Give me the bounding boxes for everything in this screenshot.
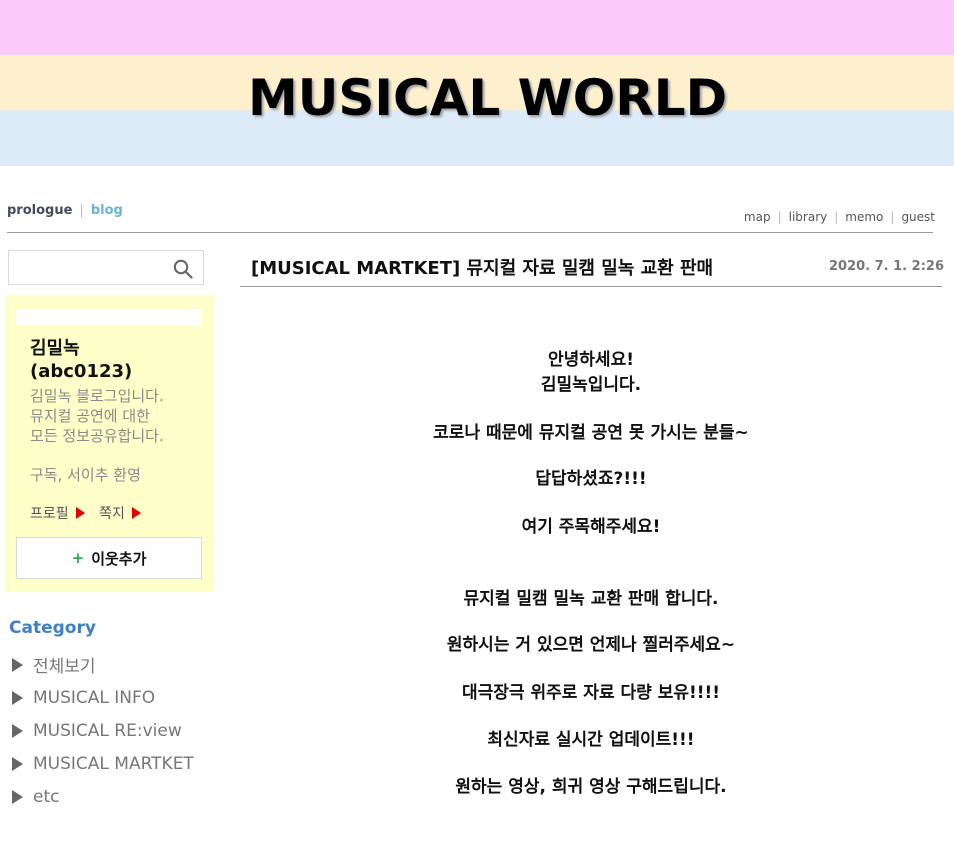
profile-link[interactable]: 프로필	[30, 503, 85, 523]
category-item-musical-market[interactable]: MUSICAL MARTKET	[12, 747, 194, 780]
nav-memo-link[interactable]: memo	[845, 210, 883, 224]
triangle-right-icon	[12, 690, 23, 705]
profile-desc-line: 모든 정보공유합니다.	[30, 427, 164, 445]
post-paragraph: 뮤지컬 밀캠 밀녹 교환 판매 합니다.	[463, 589, 719, 609]
search-icon[interactable]	[173, 259, 193, 279]
post-paragraph: 답답하셨죠?!!!	[535, 469, 647, 489]
profile-welcome-text: 구독, 서이추 환영	[30, 466, 141, 484]
profile-desc-line: 김밀녹 블로그입니다.	[30, 387, 164, 405]
nav-divider: |	[79, 203, 84, 218]
category-item-etc[interactable]: etc	[12, 780, 194, 813]
triangle-right-icon	[12, 789, 23, 804]
header-banner: MUSICAL WORLD	[0, 0, 954, 166]
nav-blog-link[interactable]: blog	[91, 203, 123, 218]
category-item-label: etc	[33, 786, 60, 807]
post-paragraph: 여기 주목해주세요!	[521, 517, 661, 537]
post-paragraph: 코로나 때문에 뮤지컬 공연 못 가시는 분들~	[433, 423, 749, 443]
post-paragraph: 안녕하세요!	[548, 350, 634, 370]
category-list: 전체보기 MUSICAL INFO MUSICAL RE:view MUSICA…	[12, 648, 194, 813]
nav-divider: |	[834, 210, 839, 224]
search-input[interactable]	[8, 250, 204, 285]
arrow-right-icon	[75, 507, 85, 519]
category-item-musical-review[interactable]: MUSICAL RE:view	[12, 714, 194, 747]
post-paragraph: 원하는 영상, 희귀 영상 구해드립니다.	[455, 777, 727, 797]
post-paragraph: 대극장극 위주로 자료 다량 보유!!!!	[461, 683, 720, 703]
nav-guest-link[interactable]: guest	[901, 210, 935, 224]
utility-nav: map | library | memo | guest	[744, 210, 935, 224]
triangle-right-icon	[12, 756, 23, 771]
add-neighbor-button[interactable]: + 이웃추가	[16, 537, 202, 579]
profile-nickname[interactable]: 김밀녹	[30, 337, 132, 360]
post-divider-line	[240, 286, 942, 287]
category-item-label: MUSICAL MARTKET	[33, 753, 194, 774]
post-date: 2020. 7. 1. 2:26	[828, 259, 944, 274]
category-item-musical-info[interactable]: MUSICAL INFO	[12, 681, 194, 714]
blog-nav: prologue | blog	[7, 203, 123, 218]
banner-band-pink	[0, 0, 954, 55]
profile-link-label: 프로필	[30, 506, 69, 522]
nav-map-link[interactable]: map	[744, 210, 771, 224]
profile-id: (abc0123)	[30, 361, 133, 382]
site-title[interactable]: MUSICAL WORLD	[248, 68, 727, 128]
nav-divider-line	[7, 232, 933, 233]
post-paragraph: 김밀녹입니다.	[540, 375, 642, 395]
profile-description: 김밀녹 블로그입니다. 뮤지컬 공연에 대한 모든 정보공유합니다.	[30, 386, 210, 446]
category-item-label: MUSICAL INFO	[33, 687, 156, 708]
category-title: Category	[9, 618, 96, 638]
post-paragraph: 최신자료 실시간 업데이트!!!	[487, 730, 695, 750]
nav-prologue-link[interactable]: prologue	[7, 203, 72, 218]
profile-name-block: 김밀녹 (abc0123)	[30, 337, 132, 383]
nav-divider: |	[890, 210, 895, 224]
arrow-right-icon	[131, 507, 141, 519]
category-item-all[interactable]: 전체보기	[12, 648, 194, 681]
nav-divider: |	[777, 210, 782, 224]
plus-icon: +	[71, 549, 85, 567]
profile-links: 프로필 쪽지	[30, 503, 151, 523]
post-paragraph: 원하시는 거 있으면 언제나 찔러주세요~	[446, 635, 736, 655]
category-item-label: 전체보기	[33, 657, 96, 677]
triangle-right-icon	[12, 723, 23, 738]
profile-desc-line: 뮤지컬 공연에 대한	[30, 407, 150, 425]
profile-card: 김밀녹 (abc0123) 김밀녹 블로그입니다. 뮤지컬 공연에 대한 모든 …	[5, 295, 213, 592]
category-item-label: MUSICAL RE:view	[33, 720, 182, 741]
post-title[interactable]: [MUSICAL MARTKET] 뮤지컬 자료 밀캠 밀녹 교환 판매	[251, 254, 713, 280]
nav-library-link[interactable]: library	[789, 210, 828, 224]
add-neighbor-label: 이웃추가	[91, 549, 147, 568]
message-link-label: 쪽지	[99, 506, 125, 522]
profile-banner-strip	[16, 309, 202, 325]
message-link[interactable]: 쪽지	[99, 503, 141, 523]
triangle-right-icon	[12, 657, 23, 672]
